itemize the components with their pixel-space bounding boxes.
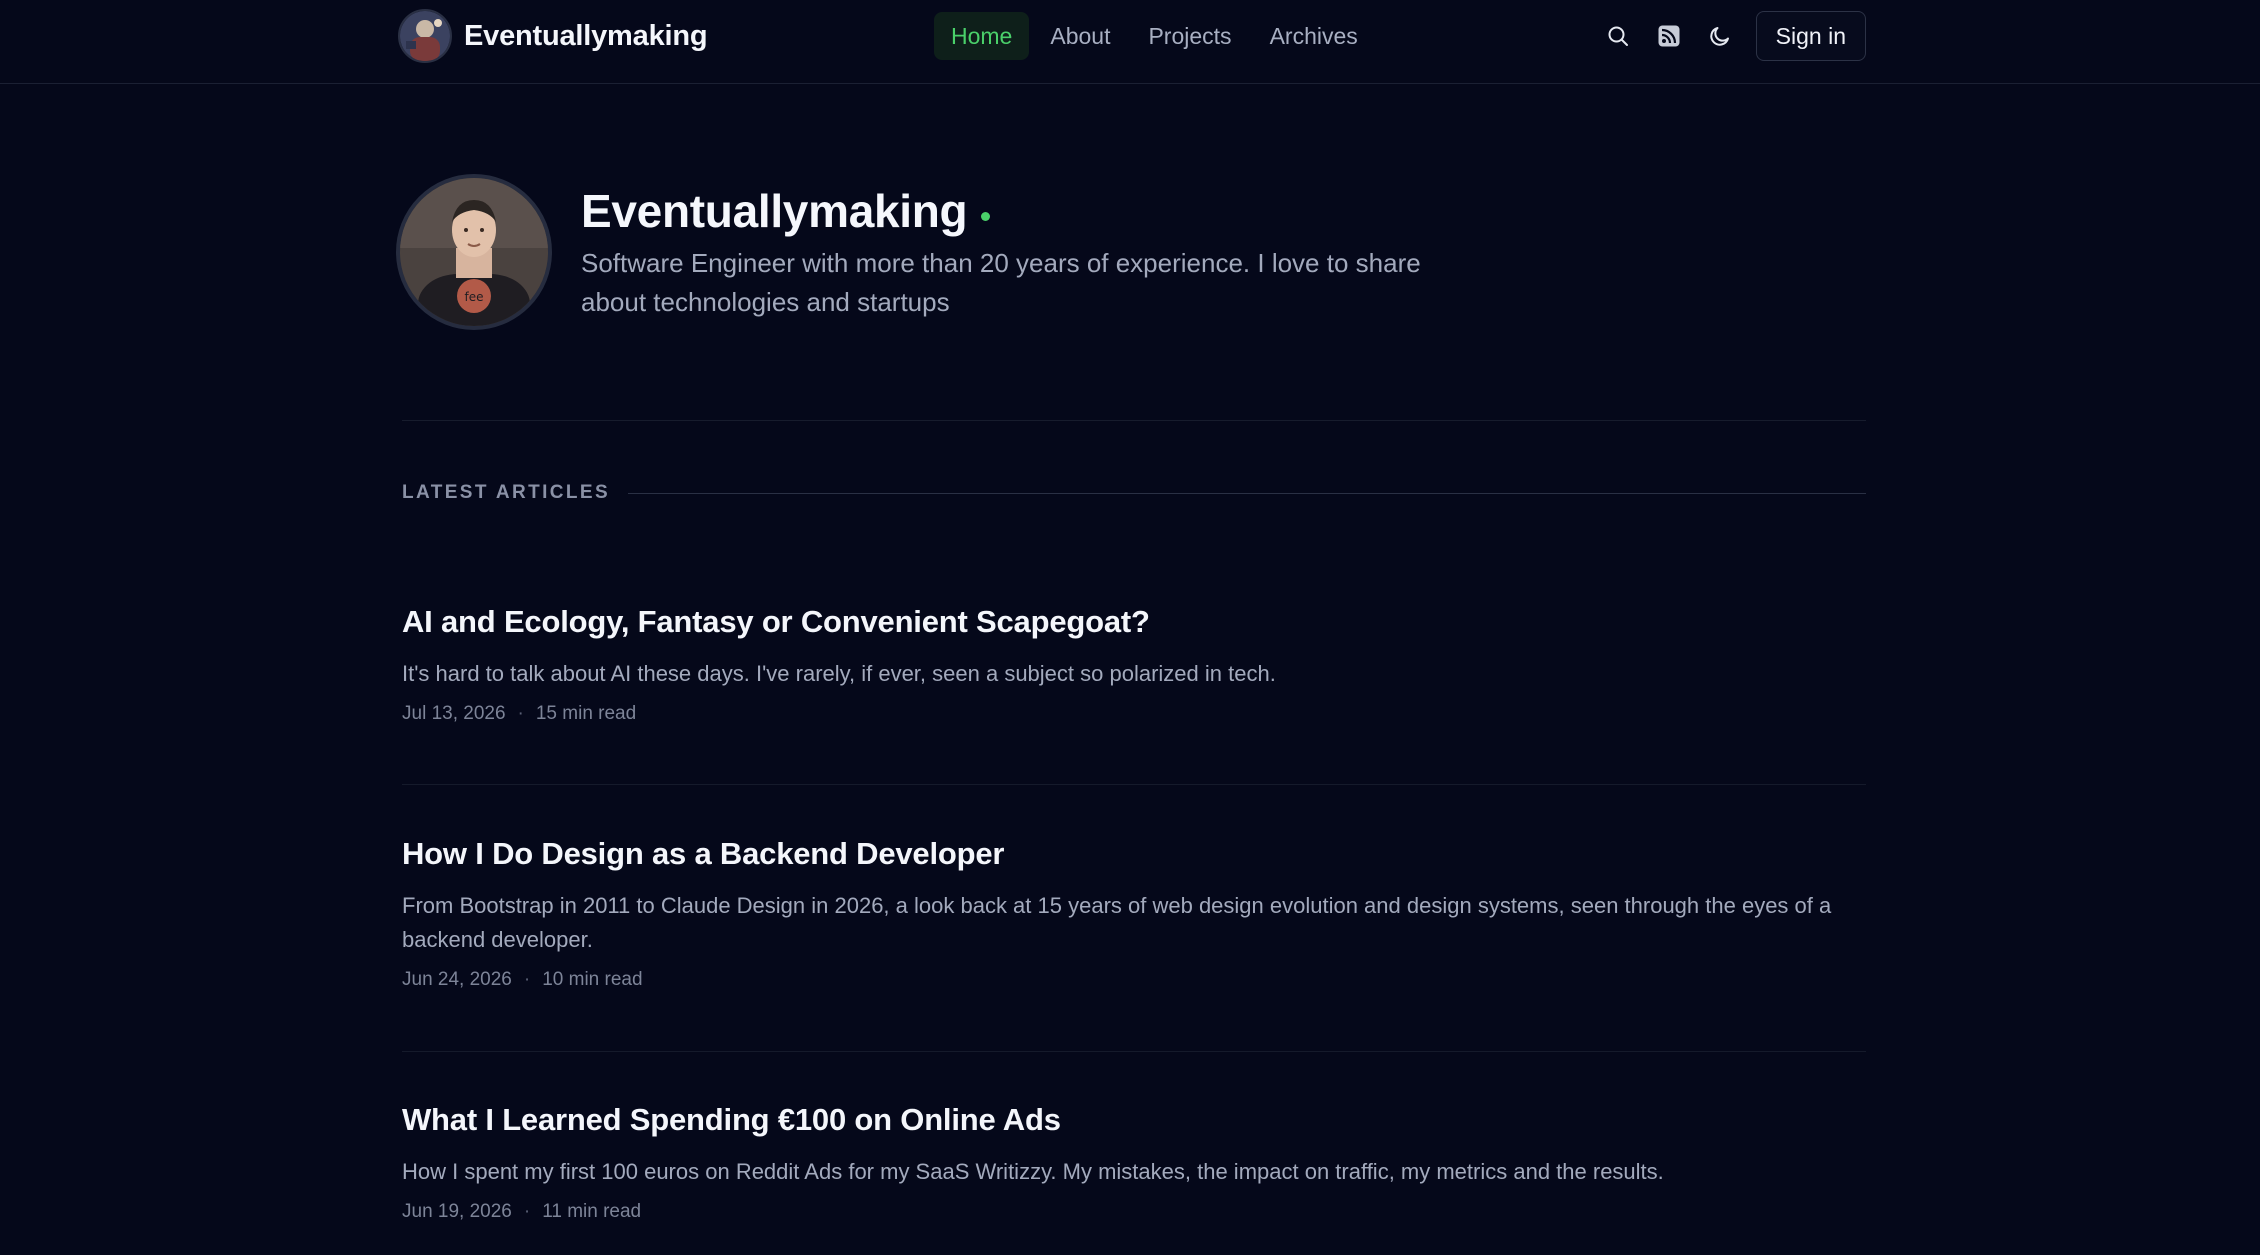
article-divider (402, 784, 1866, 785)
article-title-link[interactable]: What I Learned Spending €100 on Online A… (402, 1101, 1866, 1139)
article-meta: Jun 24, 2026 · 10 min read (402, 969, 1866, 991)
article-card: How I Do Design as a Backend Developer F… (402, 835, 1866, 991)
section-title: LATEST ARTICLES (402, 482, 611, 503)
profile-name: Eventuallymaking (581, 185, 968, 237)
online-status-dot (981, 211, 991, 221)
article-divider (402, 1051, 1866, 1052)
nav-item-archives[interactable]: Archives (1253, 12, 1375, 60)
article-summary: From Bootstrap in 2011 to Claude Design … (402, 893, 1832, 952)
article-card: AI and Ecology, Fantasy or Convenient Sc… (402, 603, 1866, 725)
article-meta: Jun 19, 2026 · 11 min read (402, 1201, 1866, 1223)
meta-separator: · (517, 703, 524, 724)
main-nav: Home About Projects Archives (934, 12, 1379, 60)
article-read-time: 11 min read (542, 1201, 642, 1222)
search-icon[interactable] (1598, 16, 1638, 56)
nav-item-home[interactable]: Home (934, 12, 1030, 60)
profile-name-heading: Eventuallymaking (581, 184, 991, 238)
article-meta: Jul 13, 2026 · 15 min read (402, 703, 1866, 725)
brand-name: Eventuallymaking (464, 19, 708, 52)
rss-icon[interactable] (1649, 16, 1689, 56)
article-summary: How I spent my first 100 euros on Reddit… (402, 1159, 1664, 1184)
moon-icon[interactable] (1700, 16, 1740, 56)
sign-in-button[interactable]: Sign in (1755, 11, 1866, 61)
article-read-time: 10 min read (542, 969, 643, 990)
article-read-time: 15 min read (535, 703, 637, 724)
profile-divider (402, 420, 1866, 421)
article-date: Jul 13, 2026 (402, 703, 506, 724)
article-date: Jun 24, 2026 (402, 969, 512, 990)
meta-separator: · (523, 969, 531, 990)
section-rule (628, 492, 1866, 494)
avatar: fee (396, 174, 552, 330)
svg-text:fee: fee (465, 290, 484, 304)
article-title-link[interactable]: How I Do Design as a Backend Developer (402, 835, 1866, 873)
profile-bio: Software Engineer with more than 20 year… (581, 248, 1421, 317)
article-date: Jun 19, 2026 (402, 1201, 512, 1222)
article-title-link[interactable]: AI and Ecology, Fantasy or Convenient Sc… (402, 603, 1866, 641)
top-navigation-bar: Eventuallymaking Home About Projects Arc… (0, 0, 2260, 84)
article-card: What I Learned Spending €100 on Online A… (402, 1101, 1866, 1223)
header-actions: Sign in (1587, 11, 1866, 61)
latest-articles-header: LATEST ARTICLES (402, 480, 1866, 506)
article-summary: It's hard to talk about AI these days. I… (402, 661, 1276, 686)
meta-separator: · (523, 1201, 531, 1222)
profile-section: fee Eventuallymaking Software Engineer w… (396, 174, 1866, 334)
brand-home-link[interactable]: Eventuallymaking (398, 8, 708, 64)
nav-item-about[interactable]: About (1033, 12, 1127, 60)
nav-item-projects[interactable]: Projects (1131, 12, 1248, 60)
brand-logo-icon (398, 9, 452, 63)
